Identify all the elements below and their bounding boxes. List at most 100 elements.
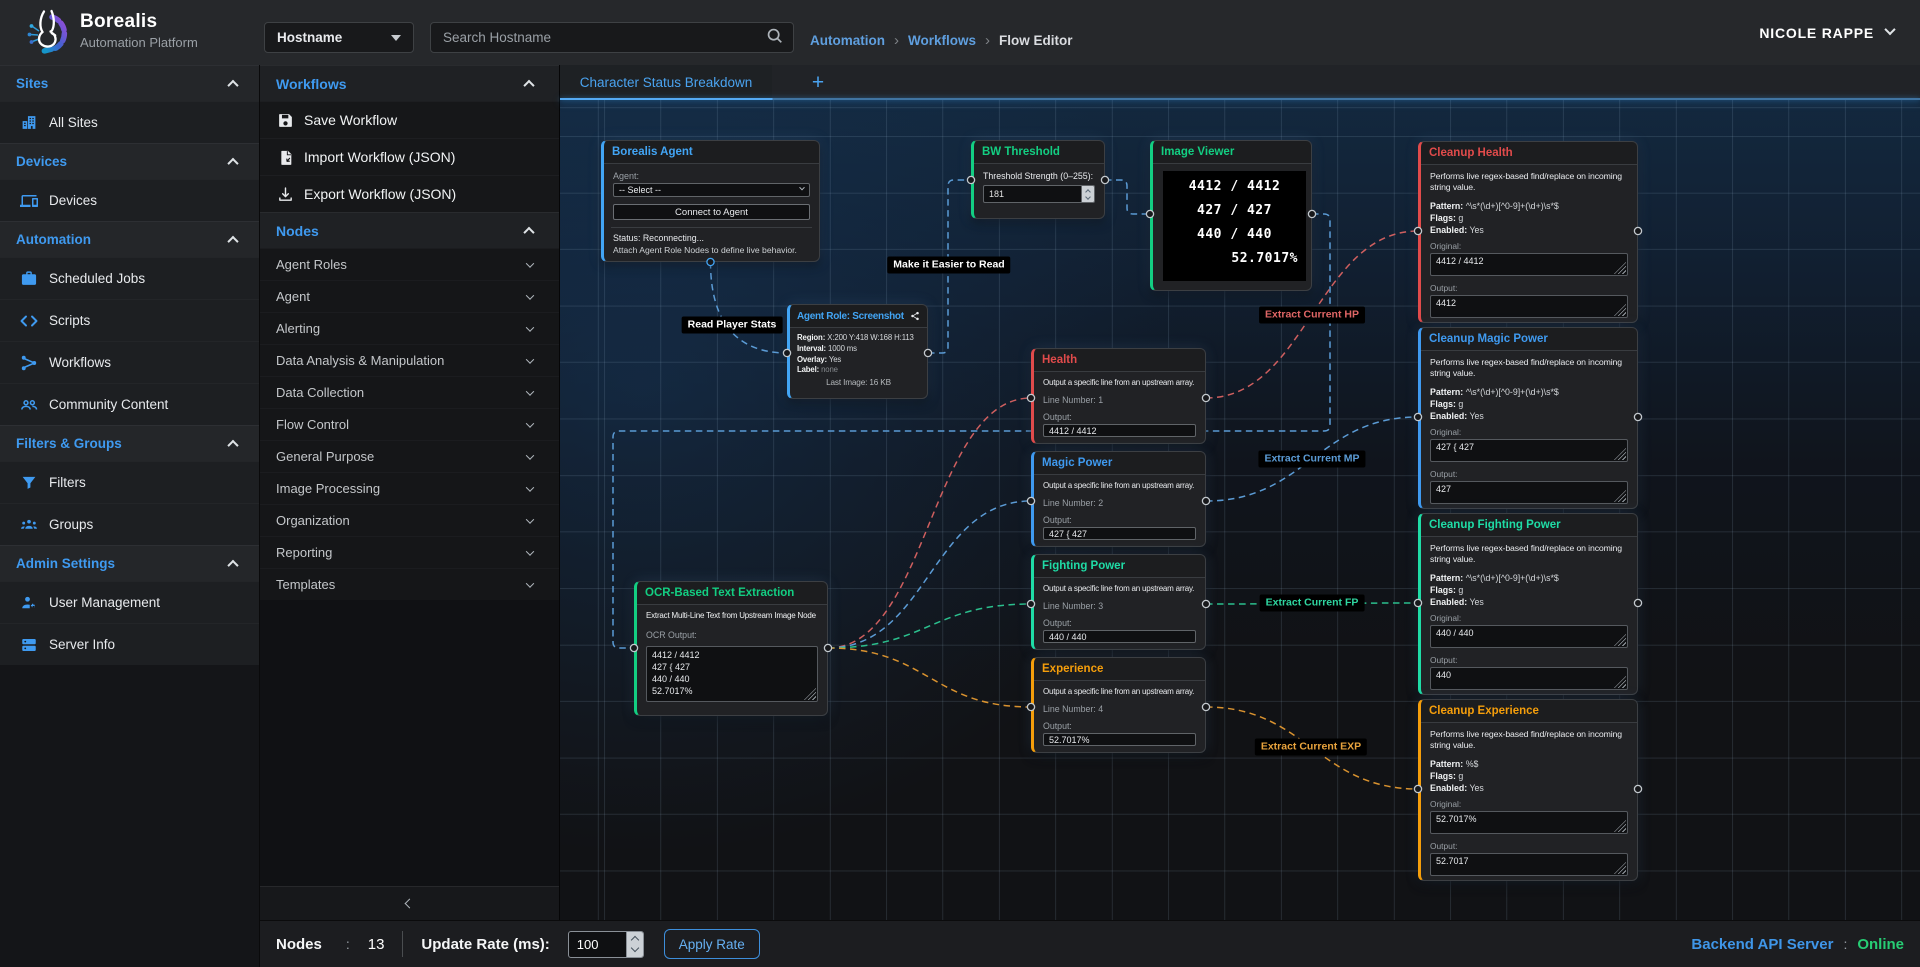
node-port[interactable] bbox=[1414, 599, 1421, 606]
edge-label[interactable]: Extract Current FP bbox=[1260, 595, 1365, 612]
status-bar: Nodes : 13 Update Rate (ms): 100 Apply R… bbox=[260, 920, 1920, 967]
sidebar-item-groups[interactable]: Groups bbox=[0, 503, 259, 545]
node-port[interactable] bbox=[824, 644, 831, 651]
select-caret-icon bbox=[391, 35, 401, 41]
sidebar-section-devices[interactable]: Devices bbox=[0, 143, 259, 179]
export-workflow-json--button[interactable]: Export Workflow (JSON) bbox=[260, 175, 559, 212]
search-icon[interactable] bbox=[766, 27, 783, 49]
panel-collapse-button[interactable] bbox=[260, 886, 559, 920]
node-category-templates[interactable]: Templates bbox=[260, 568, 559, 600]
node-port[interactable] bbox=[1027, 394, 1034, 401]
node-port[interactable] bbox=[1202, 394, 1209, 401]
chevron-down-icon bbox=[526, 259, 534, 267]
sidebar-item-user-management[interactable]: User Management bbox=[0, 581, 259, 623]
node-category-flow-control[interactable]: Flow Control bbox=[260, 408, 559, 440]
app-header: Borealis Automation Platform Hostname Au… bbox=[0, 0, 1920, 65]
chevron-up-icon bbox=[227, 235, 238, 246]
sidebar-item-workflows[interactable]: Workflows bbox=[0, 341, 259, 383]
breadcrumb-automation[interactable]: Automation bbox=[810, 33, 885, 48]
chevron-down-icon bbox=[526, 291, 534, 299]
edge-label[interactable]: Extract Current HP bbox=[1259, 307, 1365, 324]
sidebar-item-scripts[interactable]: Scripts bbox=[0, 299, 259, 341]
node-category-data-analysis-manipulation[interactable]: Data Analysis & Manipulation bbox=[260, 344, 559, 376]
node-port[interactable] bbox=[1027, 703, 1034, 710]
node-category-agent-roles[interactable]: Agent Roles bbox=[260, 248, 559, 280]
node-port[interactable] bbox=[1634, 227, 1641, 234]
breadcrumb-separator: › bbox=[894, 32, 899, 49]
add-tab-button[interactable]: + bbox=[797, 65, 839, 100]
update-rate-label: Update Rate (ms): bbox=[421, 936, 549, 953]
node-port[interactable] bbox=[1101, 176, 1108, 183]
panel-section-workflows[interactable]: Workflows bbox=[260, 65, 559, 101]
search-input[interactable] bbox=[443, 30, 766, 45]
sidebar-item-server-info[interactable]: Server Info bbox=[0, 623, 259, 665]
node-port[interactable] bbox=[1308, 210, 1315, 217]
sidebar-section-admin-settings[interactable]: Admin Settings bbox=[0, 545, 259, 581]
node-port[interactable] bbox=[1414, 785, 1421, 792]
hostname-select[interactable]: Hostname bbox=[264, 22, 414, 53]
node-category-organization[interactable]: Organization bbox=[260, 504, 559, 536]
node-port[interactable] bbox=[630, 644, 637, 651]
node-port[interactable] bbox=[1414, 227, 1421, 234]
node-port[interactable] bbox=[1634, 785, 1641, 792]
sidebar-item-all-sites[interactable]: All Sites bbox=[0, 101, 259, 143]
workflow-icon bbox=[19, 354, 39, 372]
node-category-general-purpose[interactable]: General Purpose bbox=[260, 440, 559, 472]
edge-label[interactable]: Make it Easier to Read bbox=[887, 257, 1010, 274]
chevron-down-icon bbox=[526, 547, 534, 555]
edge-label[interactable]: Read Player Stats bbox=[682, 317, 783, 334]
chevron-left-icon bbox=[405, 899, 415, 909]
brand-title: Borealis bbox=[80, 11, 157, 33]
borealis-logo-icon bbox=[24, 8, 72, 58]
chevron-down-icon bbox=[526, 355, 534, 363]
panel-section-nodes[interactable]: Nodes bbox=[260, 212, 559, 248]
hostname-search[interactable] bbox=[430, 22, 794, 53]
sidebar-section-sites[interactable]: Sites bbox=[0, 65, 259, 101]
apply-rate-button[interactable]: Apply Rate bbox=[664, 929, 760, 959]
node-port[interactable] bbox=[1634, 413, 1641, 420]
update-rate-input[interactable]: 100 bbox=[568, 931, 644, 958]
flow-canvas[interactable]: Borealis Agent Agent: -- Select -- Conne… bbox=[560, 100, 1920, 920]
node-port[interactable] bbox=[967, 176, 974, 183]
sidebar-item-community-content[interactable]: Community Content bbox=[0, 383, 259, 425]
edge-label[interactable]: Extract Current MP bbox=[1258, 451, 1365, 468]
node-port[interactable] bbox=[1146, 210, 1153, 217]
workflow-panel: WorkflowsSave WorkflowImport Workflow (J… bbox=[260, 65, 560, 920]
chevron-up-icon bbox=[227, 559, 238, 570]
node-category-alerting[interactable]: Alerting bbox=[260, 312, 559, 344]
node-port[interactable] bbox=[1027, 497, 1034, 504]
save-workflow-button[interactable]: Save Workflow bbox=[260, 101, 559, 138]
briefcase-icon bbox=[19, 270, 39, 287]
edge-label[interactable]: Extract Current EXP bbox=[1255, 739, 1367, 756]
sidebar-section-filters-groups[interactable]: Filters & Groups bbox=[0, 425, 259, 461]
sidebar-item-scheduled-jobs[interactable]: Scheduled Jobs bbox=[0, 257, 259, 299]
node-port[interactable] bbox=[707, 258, 714, 265]
node-category-agent[interactable]: Agent bbox=[260, 280, 559, 312]
breadcrumb-separator: › bbox=[985, 32, 990, 49]
user-gear-icon bbox=[19, 594, 39, 612]
node-port[interactable] bbox=[1202, 600, 1209, 607]
node-category-reporting[interactable]: Reporting bbox=[260, 536, 559, 568]
node-port[interactable] bbox=[1027, 600, 1034, 607]
chevron-down-icon bbox=[526, 323, 534, 331]
divider bbox=[402, 931, 403, 957]
breadcrumb-flow-editor: Flow Editor bbox=[999, 33, 1073, 48]
spinner-buttons[interactable] bbox=[626, 932, 643, 957]
nodes-count-label: Nodes bbox=[276, 936, 322, 953]
node-port[interactable] bbox=[1202, 703, 1209, 710]
node-port[interactable] bbox=[783, 349, 790, 356]
chevron-down-icon bbox=[526, 451, 534, 459]
sidebar-section-automation[interactable]: Automation bbox=[0, 221, 259, 257]
user-menu[interactable]: NICOLE RAPPE bbox=[1759, 0, 1894, 65]
node-category-data-collection[interactable]: Data Collection bbox=[260, 376, 559, 408]
node-category-image-processing[interactable]: Image Processing bbox=[260, 472, 559, 504]
node-port[interactable] bbox=[1414, 413, 1421, 420]
import-workflow-json--button[interactable]: Import Workflow (JSON) bbox=[260, 138, 559, 175]
sidebar-item-devices[interactable]: Devices bbox=[0, 179, 259, 221]
sidebar-item-filters[interactable]: Filters bbox=[0, 461, 259, 503]
node-port[interactable] bbox=[1202, 497, 1209, 504]
node-port[interactable] bbox=[924, 349, 931, 356]
node-port[interactable] bbox=[1634, 599, 1641, 606]
tab-character-status-breakdown[interactable]: Character Status Breakdown bbox=[560, 65, 772, 100]
breadcrumb-workflows[interactable]: Workflows bbox=[908, 33, 976, 48]
